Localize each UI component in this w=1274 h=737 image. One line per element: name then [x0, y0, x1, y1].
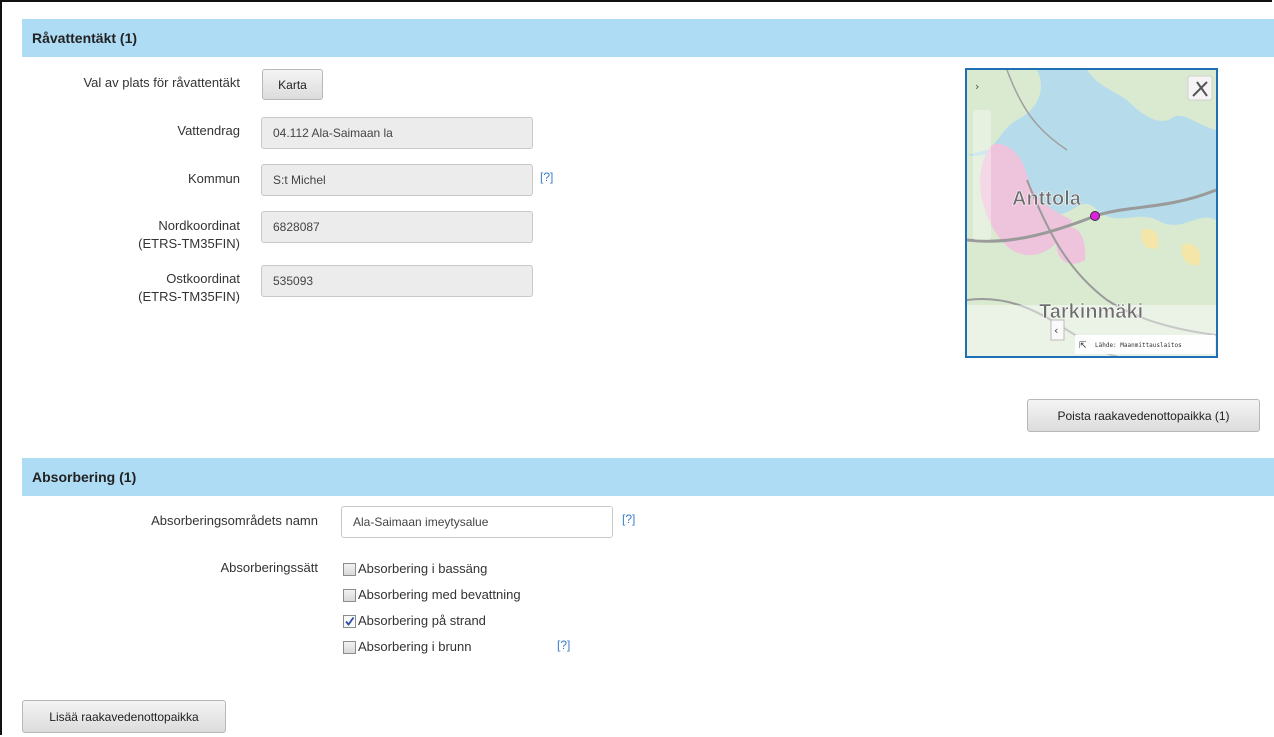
expand-corner-icon[interactable]: ⇱ — [1079, 341, 1087, 351]
ost-label: Ostkoordinat (ETRS-TM35FIN) — [40, 270, 240, 306]
absorption-method-label: Absorberingssätt — [220, 560, 318, 575]
checkbox-well[interactable] — [343, 641, 356, 654]
ost-label-line1: Ostkoordinat — [166, 271, 240, 286]
place-selection-label: Val av plats för råvattentäkt — [83, 75, 240, 90]
map-zoom-slider[interactable] — [973, 110, 991, 240]
checkbox-basin[interactable] — [343, 563, 356, 576]
section-header-raw-water-intake: Råvattentäkt (1) — [22, 19, 1274, 57]
kommun-field[interactable]: S:t Michel — [261, 164, 533, 196]
nord-field[interactable]: 6828087 — [261, 211, 533, 243]
vattendrag-field[interactable]: 04.112 Ala-Saimaan la — [261, 117, 533, 149]
map-graphic: › Anttola Tarkinmäki ‹ ⇱ Lähde: Maanmitt… — [967, 70, 1216, 356]
checkbox-basin-label[interactable]: Absorbering i bassäng — [358, 559, 487, 579]
nord-label-line1: Nordkoordinat — [158, 218, 240, 233]
checkmark-icon — [345, 616, 355, 626]
kommun-label: Kommun — [187, 171, 240, 186]
absorption-name-label: Absorberingsområdets namn — [151, 513, 318, 528]
chevron-left-icon: ‹ — [1054, 324, 1058, 337]
vattendrag-label: Vattendrag — [177, 123, 240, 138]
kommun-help-link[interactable]: [?] — [540, 170, 553, 184]
checkbox-well-label[interactable]: Absorbering i brunn — [358, 637, 471, 657]
checkbox-irrigation-label[interactable]: Absorbering med bevattning — [358, 585, 521, 605]
checkbox-irrigation[interactable] — [343, 589, 356, 602]
map-attribution: Lähde: Maanmittauslaitos — [1095, 342, 1182, 349]
map-button[interactable]: Karta — [262, 69, 323, 100]
ost-field[interactable]: 535093 — [261, 265, 533, 297]
absorption-name-field[interactable]: Ala-Saimaan imeytysalue — [341, 506, 613, 538]
absorption-method-help-link[interactable]: [?] — [557, 638, 570, 652]
absorption-name-help-link[interactable]: [?] — [622, 512, 635, 526]
nord-label: Nordkoordinat (ETRS-TM35FIN) — [40, 217, 240, 253]
map-place-label-1: Anttola — [1012, 188, 1082, 210]
checkbox-shore-label[interactable]: Absorbering på strand — [358, 611, 486, 631]
nord-label-line2: (ETRS-TM35FIN) — [138, 236, 240, 251]
ost-label-line2: (ETRS-TM35FIN) — [138, 289, 240, 304]
map-expand-arrow[interactable]: › — [975, 80, 979, 93]
section-header-absorption: Absorbering (1) — [22, 458, 1274, 496]
location-map[interactable]: › Anttola Tarkinmäki ‹ ⇱ Lähde: Maanmitt… — [965, 68, 1218, 358]
location-marker[interactable] — [1090, 211, 1100, 221]
remove-intake-button[interactable]: Poista raakavedenottopaikka (1) — [1027, 399, 1260, 432]
checkbox-shore[interactable] — [343, 615, 356, 628]
add-intake-button[interactable]: Lisää raakavedenottopaikka — [22, 700, 226, 733]
